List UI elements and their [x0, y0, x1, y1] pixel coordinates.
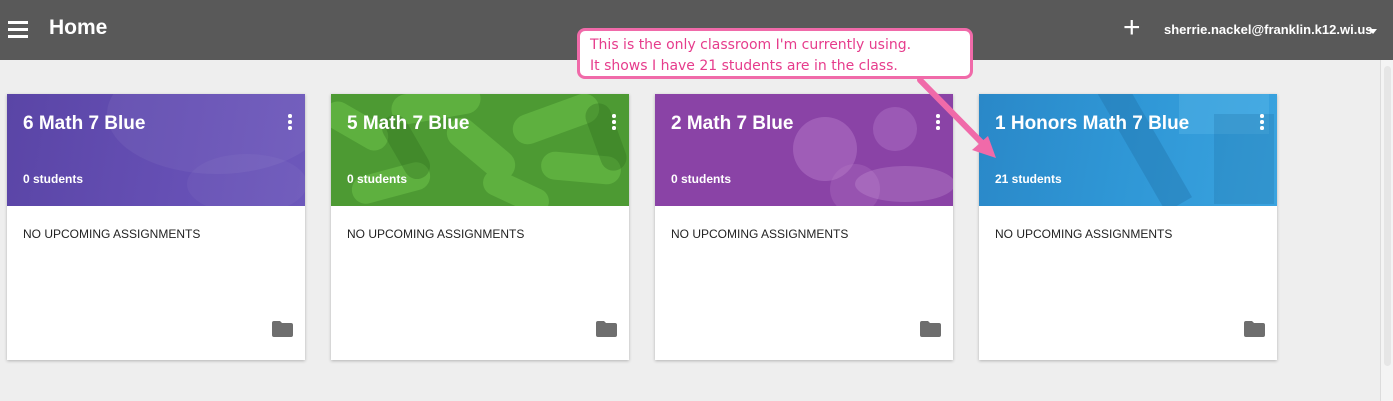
folder-icon[interactable]	[596, 321, 617, 337]
class-card[interactable]: 1 Honors Math 7 Blue 21 students NO UPCO…	[979, 94, 1277, 360]
assignments-status: NO UPCOMING ASSIGNMENTS	[23, 227, 201, 241]
class-name[interactable]: 1 Honors Math 7 Blue	[995, 113, 1189, 135]
header-texture	[793, 107, 953, 206]
class-name[interactable]: 5 Math 7 Blue	[347, 113, 469, 135]
class-card[interactable]: 5 Math 7 Blue 0 students NO UPCOMING ASS…	[331, 94, 629, 360]
add-class-button[interactable]: +	[1123, 11, 1141, 45]
class-card-header[interactable]: 1 Honors Math 7 Blue 21 students	[979, 94, 1277, 206]
more-vert-icon[interactable]	[608, 114, 620, 134]
student-count: 0 students	[23, 172, 84, 186]
student-count: 21 students	[995, 172, 1062, 186]
assignments-status: NO UPCOMING ASSIGNMENTS	[347, 227, 525, 241]
assignments-status: NO UPCOMING ASSIGNMENTS	[671, 227, 849, 241]
callout-line: It shows I have 21 students are in the c…	[590, 58, 898, 74]
header-texture	[331, 94, 627, 206]
page-title: Home	[49, 16, 108, 39]
scrollbar-thumb[interactable]	[1384, 66, 1391, 366]
class-card-header[interactable]: 5 Math 7 Blue 0 students	[331, 94, 629, 206]
header-texture	[1096, 94, 1274, 206]
assignments-status: NO UPCOMING ASSIGNMENTS	[995, 227, 1173, 241]
more-vert-icon[interactable]	[284, 114, 296, 134]
class-card-header[interactable]: 2 Math 7 Blue 0 students	[655, 94, 953, 206]
class-card[interactable]: 2 Math 7 Blue 0 students NO UPCOMING ASS…	[655, 94, 953, 360]
folder-icon[interactable]	[272, 321, 293, 337]
scrollbar[interactable]	[1380, 60, 1393, 401]
folder-icon[interactable]	[1244, 321, 1265, 337]
student-count: 0 students	[671, 172, 732, 186]
more-vert-icon[interactable]	[1256, 114, 1268, 134]
account-menu[interactable]: sherrie.nackel@franklin.k12.wi.us	[1164, 22, 1373, 37]
class-name[interactable]: 2 Math 7 Blue	[671, 113, 793, 135]
more-vert-icon[interactable]	[932, 114, 944, 134]
header-texture	[107, 94, 305, 206]
class-card[interactable]: 6 Math 7 Blue 0 students NO UPCOMING ASS…	[7, 94, 305, 360]
annotation-callout: This is the only classroom I'm currently…	[577, 28, 973, 79]
class-name[interactable]: 6 Math 7 Blue	[23, 113, 145, 135]
student-count: 0 students	[347, 172, 408, 186]
class-card-header[interactable]: 6 Math 7 Blue 0 students	[7, 94, 305, 206]
caret-down-icon[interactable]	[1369, 29, 1377, 34]
folder-icon[interactable]	[920, 321, 941, 337]
callout-line: This is the only classroom I'm currently…	[590, 37, 912, 53]
hamburger-icon[interactable]	[8, 21, 28, 38]
